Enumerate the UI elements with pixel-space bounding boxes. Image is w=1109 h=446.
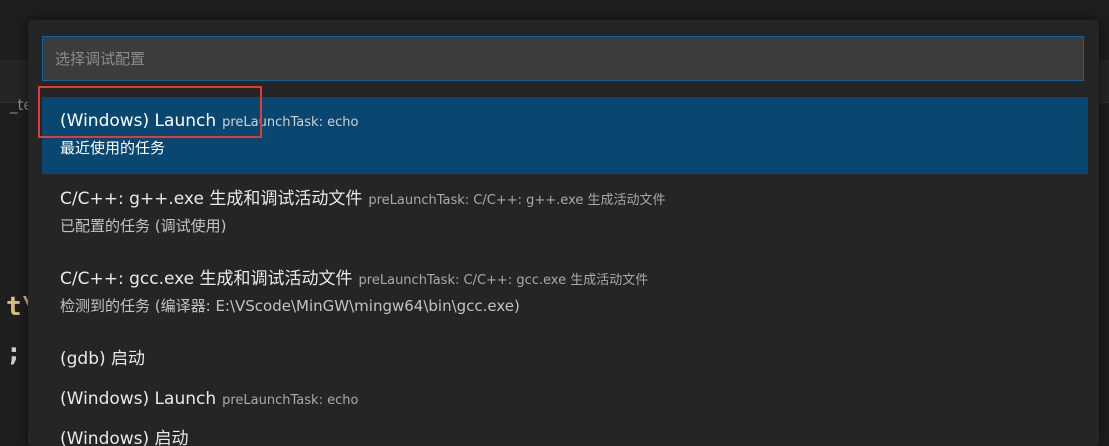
item-label: C/C++: gcc.exe 生成和调试活动文件: [60, 269, 353, 289]
quick-pick-item[interactable]: C/C++: g++.exe 生成和调试活动文件 preLaunchTask: C…: [28, 177, 1099, 257]
item-line: (Windows) 启动: [60, 425, 1099, 446]
item-label: C/C++: g++.exe 生成和调试活动文件: [60, 189, 363, 209]
item-description: preLaunchTask: echo: [222, 115, 359, 130]
item-line: (Windows) Launch preLaunchTask: echo: [60, 385, 1099, 413]
quick-pick-list: (Windows) Launch preLaunchTask: echo 最近使用…: [28, 97, 1099, 446]
item-label: (gdb) 启动: [60, 349, 146, 369]
quick-pick-item[interactable]: (Windows) Launch preLaunchTask: echo: [28, 377, 1099, 417]
selected-row-highlight: (Windows) Launch preLaunchTask: echo 最近使用…: [42, 97, 1088, 174]
item-label: (Windows) Launch: [60, 111, 217, 131]
item-line: (gdb) 启动: [60, 345, 1099, 373]
quick-pick-item[interactable]: C/C++: gcc.exe 生成和调试活动文件 preLaunchTask: C…: [28, 257, 1099, 337]
quick-pick-input[interactable]: [42, 36, 1084, 81]
item-label: (Windows) 启动: [60, 429, 189, 446]
quick-pick-item-selected[interactable]: (Windows) Launch preLaunchTask: echo 最近使用…: [28, 97, 1099, 177]
item-detail: 最近使用的任务: [60, 139, 166, 157]
item-description: preLaunchTask: C/C++: g++.exe 生成活动文件: [368, 193, 666, 208]
item-detail: 检测到的任务 (编译器: E:\VScode\MinGW\mingw64\bin…: [60, 297, 520, 315]
item-detail: 已配置的任务 (调试使用): [60, 217, 227, 235]
quick-pick-widget: (Windows) Launch preLaunchTask: echo 最近使用…: [28, 20, 1099, 446]
quick-pick-item[interactable]: (Windows) 启动: [28, 417, 1099, 446]
item-line: C/C++: gcc.exe 生成和调试活动文件 preLaunchTask: C…: [60, 265, 1099, 293]
quick-pick-item[interactable]: (gdb) 启动: [28, 337, 1099, 377]
item-label: (Windows) Launch: [60, 389, 217, 409]
item-line: C/C++: g++.exe 生成和调试活动文件 preLaunchTask: C…: [60, 185, 1099, 213]
item-description: preLaunchTask: C/C++: gcc.exe 生成活动文件: [358, 273, 649, 288]
item-description: preLaunchTask: echo: [222, 393, 359, 408]
item-line: (Windows) Launch preLaunchTask: echo: [60, 107, 1088, 135]
code-fragment: ;: [6, 338, 22, 368]
